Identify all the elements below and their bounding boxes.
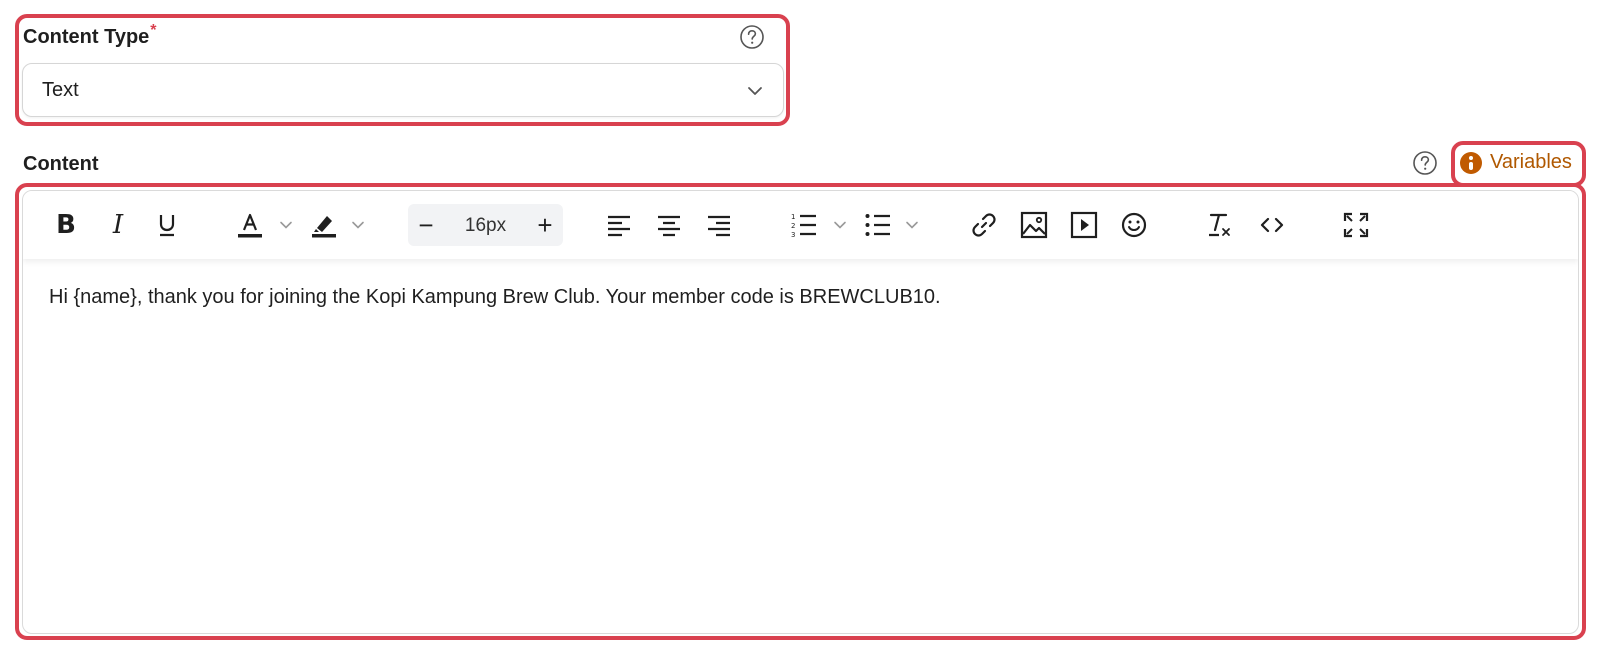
info-circle-icon xyxy=(1460,151,1482,174)
emoji-icon[interactable] xyxy=(1117,205,1151,245)
align-center-icon[interactable] xyxy=(653,205,685,245)
svg-text:1: 1 xyxy=(791,213,795,221)
chevron-down-icon[interactable] xyxy=(275,205,297,245)
ordered-list-icon[interactable]: 123 xyxy=(787,205,821,245)
italic-icon[interactable]: I xyxy=(103,205,133,245)
highlight-icon[interactable] xyxy=(307,205,341,245)
font-size-decrease-button[interactable]: − xyxy=(408,204,444,246)
font-size-control: − 16px + xyxy=(408,204,563,246)
text-color-icon[interactable] xyxy=(233,205,267,245)
chevron-down-icon[interactable] xyxy=(347,205,369,245)
editor-content[interactable]: Hi {name}, thank you for joining the Kop… xyxy=(49,286,941,309)
content-type-label: Content Type* xyxy=(23,22,157,48)
clear-format-icon[interactable] xyxy=(1203,205,1237,245)
code-icon[interactable] xyxy=(1255,205,1289,245)
chevron-down-icon xyxy=(748,87,762,95)
image-icon[interactable] xyxy=(1017,205,1051,245)
question-circle-icon[interactable] xyxy=(739,24,765,50)
align-left-icon[interactable] xyxy=(603,205,635,245)
chevron-down-icon[interactable] xyxy=(901,205,923,245)
variables-button[interactable]: Variables xyxy=(1460,151,1572,174)
fullscreen-icon[interactable] xyxy=(1339,205,1373,245)
video-icon[interactable] xyxy=(1067,205,1101,245)
content-label: Content xyxy=(23,153,99,175)
underline-icon[interactable] xyxy=(151,205,183,245)
content-type-value: Text xyxy=(42,79,79,101)
rich-text-editor[interactable]: B I − 16px + 123 Hi {name}, thank you fo… xyxy=(22,190,1579,634)
required-mark: * xyxy=(150,22,157,39)
svg-text:3: 3 xyxy=(791,231,795,239)
font-size-value[interactable]: 16px xyxy=(448,215,523,237)
svg-text:2: 2 xyxy=(791,222,795,230)
editor-toolbar: B I − 16px + 123 xyxy=(23,191,1578,259)
question-circle-icon[interactable] xyxy=(1412,150,1438,176)
link-icon[interactable] xyxy=(967,205,1001,245)
align-right-icon[interactable] xyxy=(703,205,735,245)
bullet-list-icon[interactable] xyxy=(861,205,895,245)
bold-icon[interactable]: B xyxy=(51,205,81,245)
content-type-select[interactable]: Text xyxy=(22,63,784,117)
font-size-increase-button[interactable]: + xyxy=(527,204,563,246)
variables-label: Variables xyxy=(1490,151,1572,173)
chevron-down-icon[interactable] xyxy=(829,205,851,245)
